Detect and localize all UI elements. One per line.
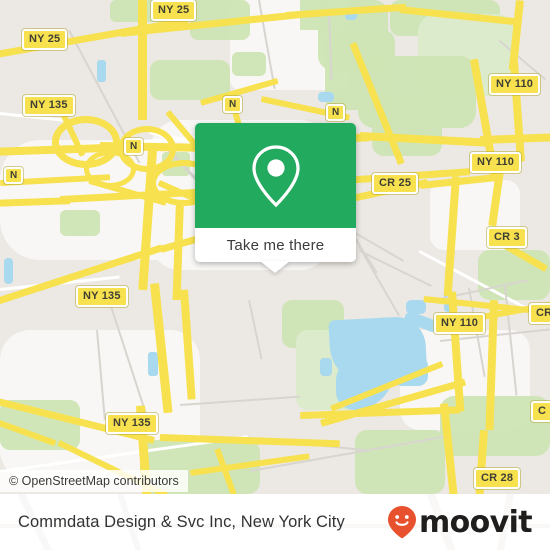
- location-card[interactable]: Take me there: [195, 123, 356, 262]
- attribution-text: © OpenStreetMap contributors: [9, 474, 179, 488]
- road-shield: N: [124, 138, 144, 155]
- map-pin-icon: [251, 144, 300, 207]
- road-shield: C: [531, 401, 550, 422]
- road-shield: N: [4, 167, 24, 184]
- road-shield: N: [326, 104, 346, 121]
- road-shield: NY 135: [106, 413, 158, 434]
- road-shield: CR 25: [372, 173, 419, 194]
- moovit-logo[interactable]: moovit: [387, 504, 533, 540]
- footer-bar: Commdata Design & Svc Inc, New York City…: [0, 494, 550, 550]
- card-action-area[interactable]: Take me there: [195, 228, 356, 262]
- road-shield: NY 135: [23, 95, 75, 116]
- road-shield: NY 110: [470, 152, 522, 173]
- road-shield: NY 135: [76, 286, 128, 307]
- road-shield: NY 110: [434, 313, 486, 334]
- road-shield: CR: [529, 303, 550, 324]
- map-attribution: © OpenStreetMap contributors: [0, 470, 188, 492]
- map-canvas[interactable]: NY 25 NY 25 NY 135 N N N N NY 110 NY 110 CR 25 CR …: [0, 0, 550, 494]
- road-shield: NY 110: [489, 74, 541, 95]
- place-title: Commdata Design & Svc Inc, New York City: [18, 512, 345, 531]
- card-image-area: [195, 123, 356, 228]
- road-shield: NY 25: [151, 0, 197, 21]
- map-screenshot: NY 25 NY 25 NY 135 N N N N NY 110 NY 110 CR 25 CR …: [0, 0, 550, 550]
- moovit-wordmark: moovit: [418, 504, 533, 540]
- road-shield: CR 28: [474, 468, 521, 489]
- card-pointer-tail: [260, 261, 290, 273]
- road-shield: NY 25: [22, 29, 68, 50]
- road-shield: CR 3: [487, 227, 527, 248]
- take-me-there-label: Take me there: [226, 236, 325, 254]
- moovit-pin-smiley-icon: [387, 506, 416, 539]
- road-shield: N: [223, 96, 243, 113]
